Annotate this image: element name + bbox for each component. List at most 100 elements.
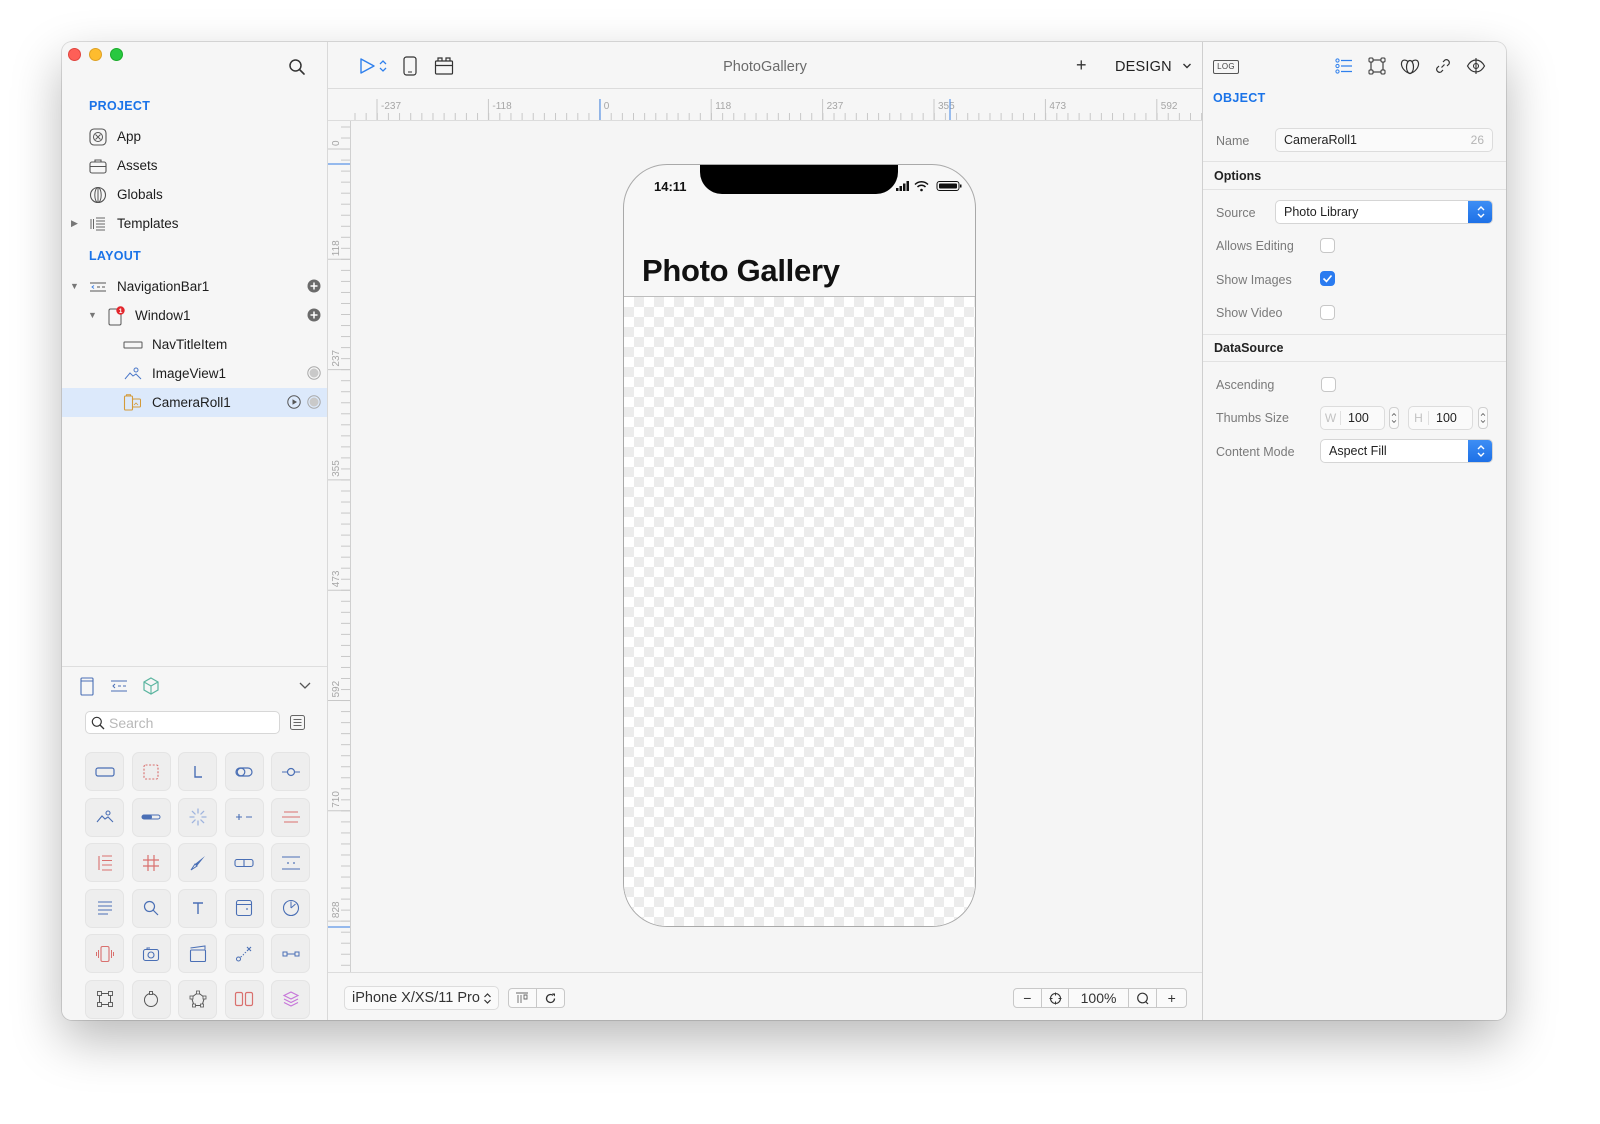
briefcase-icon xyxy=(88,156,108,176)
component-segmented-control[interactable] xyxy=(224,843,264,882)
ruler-label: -118 xyxy=(492,101,512,112)
add-child-button[interactable] xyxy=(307,279,321,293)
component-split-view[interactable] xyxy=(224,979,264,1019)
project-item-app[interactable]: App xyxy=(62,122,327,151)
list-view-icon[interactable] xyxy=(289,714,306,731)
popup-stepper-icon xyxy=(1468,201,1492,223)
name-field[interactable]: CameraRoll1 26 xyxy=(1275,128,1493,152)
ascending-label: Ascending xyxy=(1216,378,1275,392)
component-slider[interactable] xyxy=(271,752,310,791)
content-mode-popup[interactable]: Aspect Fill xyxy=(1320,439,1493,463)
component-view[interactable] xyxy=(131,752,171,791)
ascending-checkbox[interactable] xyxy=(1321,377,1336,392)
component-compass[interactable] xyxy=(178,843,217,882)
zoom-in-button[interactable]: + xyxy=(1157,989,1186,1007)
component-text-view[interactable] xyxy=(85,888,124,928)
project-item-globals[interactable]: Globals xyxy=(62,180,327,209)
link-tab-icon[interactable] xyxy=(1433,56,1453,76)
component-date-picker[interactable] xyxy=(224,888,264,928)
project-item-assets[interactable]: Assets xyxy=(62,151,327,180)
close-window-button[interactable] xyxy=(68,48,81,61)
component-shape[interactable] xyxy=(85,979,124,1019)
component-table-view[interactable] xyxy=(85,843,124,882)
device-selector[interactable]: iPhone X/XS/11 Pro xyxy=(344,986,499,1010)
phone-preview[interactable]: 14:11 Photo Gallery xyxy=(623,164,976,927)
add-button[interactable]: + xyxy=(1076,55,1087,76)
ruler-label: 592 xyxy=(1161,101,1178,112)
layout-item-imageview1[interactable]: ImageView1 xyxy=(62,359,327,388)
component-stepper[interactable] xyxy=(224,797,264,837)
source-popup[interactable]: Photo Library xyxy=(1275,200,1493,224)
log-button[interactable]: LOG xyxy=(1213,60,1239,74)
mode-selector[interactable]: DESIGN xyxy=(1115,59,1172,75)
views-tab-icon[interactable] xyxy=(76,676,98,696)
templates-icon xyxy=(88,214,108,234)
allows-editing-checkbox[interactable] xyxy=(1320,238,1335,253)
zoom-level[interactable]: 100% xyxy=(1069,989,1129,1007)
zoom-out-button[interactable]: − xyxy=(1014,989,1042,1007)
show-video-checkbox[interactable] xyxy=(1320,305,1335,320)
component-separator[interactable] xyxy=(271,797,310,837)
minimize-window-button[interactable] xyxy=(89,48,102,61)
properties-tab-icon[interactable] xyxy=(1334,56,1354,76)
layout-item-window1[interactable]: ▼ 1 Window1 xyxy=(62,301,327,330)
camera-roll-view[interactable] xyxy=(624,297,975,926)
add-child-button[interactable] xyxy=(307,308,321,322)
maximize-window-button[interactable] xyxy=(110,48,123,61)
component-image-view[interactable] xyxy=(85,797,124,837)
component-button[interactable] xyxy=(85,752,124,791)
component-layers[interactable] xyxy=(271,979,310,1019)
layout-item-navigationbar1[interactable]: ▼ NavigationBar1 xyxy=(62,272,327,301)
component-search-bar[interactable] xyxy=(131,888,171,928)
component-page-control[interactable] xyxy=(271,843,310,882)
disclosure-triangle-down-icon[interactable]: ▼ xyxy=(70,281,80,291)
component-vibration[interactable] xyxy=(85,934,124,973)
zoom-fit-button[interactable] xyxy=(1042,989,1070,1007)
component-switch[interactable] xyxy=(224,752,264,791)
component-circle-path[interactable] xyxy=(131,979,171,1019)
frame-tab-icon[interactable] xyxy=(1367,56,1387,76)
play-preview-button[interactable] xyxy=(287,395,301,409)
objects-tab-icon[interactable] xyxy=(140,676,162,696)
design-canvas[interactable]: 14:11 Photo Gallery xyxy=(351,121,1202,972)
layout-guides-button[interactable] xyxy=(509,989,537,1007)
chevron-down-icon[interactable] xyxy=(298,678,312,692)
thumbs-width-stepper[interactable] xyxy=(1389,407,1399,429)
component-gesture[interactable] xyxy=(224,934,264,973)
visibility-toggle[interactable] xyxy=(307,395,321,409)
component-text-field[interactable] xyxy=(178,888,217,928)
tree-item-label: Assets xyxy=(117,158,158,173)
component-label[interactable] xyxy=(178,752,217,791)
component-activity-indicator[interactable] xyxy=(178,797,217,837)
component-connector[interactable] xyxy=(271,934,310,973)
library-search-field[interactable] xyxy=(85,711,280,734)
search-icon[interactable] xyxy=(288,58,306,76)
chevron-down-icon[interactable] xyxy=(1181,60,1193,72)
thumbs-height-field[interactable]: H 100 xyxy=(1408,406,1473,430)
thumbs-height-stepper[interactable] xyxy=(1478,407,1488,429)
disclosure-triangle-down-icon[interactable]: ▼ xyxy=(88,310,98,320)
style-tab-icon[interactable] xyxy=(1400,56,1420,76)
zoom-actual-button[interactable] xyxy=(1129,989,1158,1007)
component-progress-bar[interactable] xyxy=(131,797,171,837)
status-bar-icons xyxy=(896,180,962,192)
preview-tab-icon[interactable] xyxy=(1466,56,1486,76)
layout-item-cameraroll1[interactable]: CameraRoll1 xyxy=(62,388,327,417)
rotate-button[interactable] xyxy=(537,989,564,1007)
source-value: Photo Library xyxy=(1284,205,1359,219)
name-label: Name xyxy=(1216,134,1250,148)
layout-item-navtitleitem[interactable]: NavTitleItem xyxy=(62,330,327,359)
visibility-toggle[interactable] xyxy=(307,366,321,380)
disclosure-triangle-right-icon[interactable]: ▶ xyxy=(71,218,81,228)
navigation-tab-icon[interactable] xyxy=(108,676,130,696)
component-video-player[interactable] xyxy=(178,934,217,973)
component-grid-view[interactable] xyxy=(131,843,171,882)
thumbs-width-field[interactable]: W 100 xyxy=(1320,406,1385,430)
component-timer[interactable] xyxy=(271,888,310,928)
component-camera[interactable] xyxy=(131,934,171,973)
library-search-input[interactable] xyxy=(109,714,269,731)
component-polygon[interactable] xyxy=(178,979,217,1019)
component-library-grid xyxy=(85,752,310,1019)
project-item-templates[interactable]: ▶ Templates xyxy=(62,209,327,238)
show-images-checkbox[interactable] xyxy=(1320,271,1335,286)
